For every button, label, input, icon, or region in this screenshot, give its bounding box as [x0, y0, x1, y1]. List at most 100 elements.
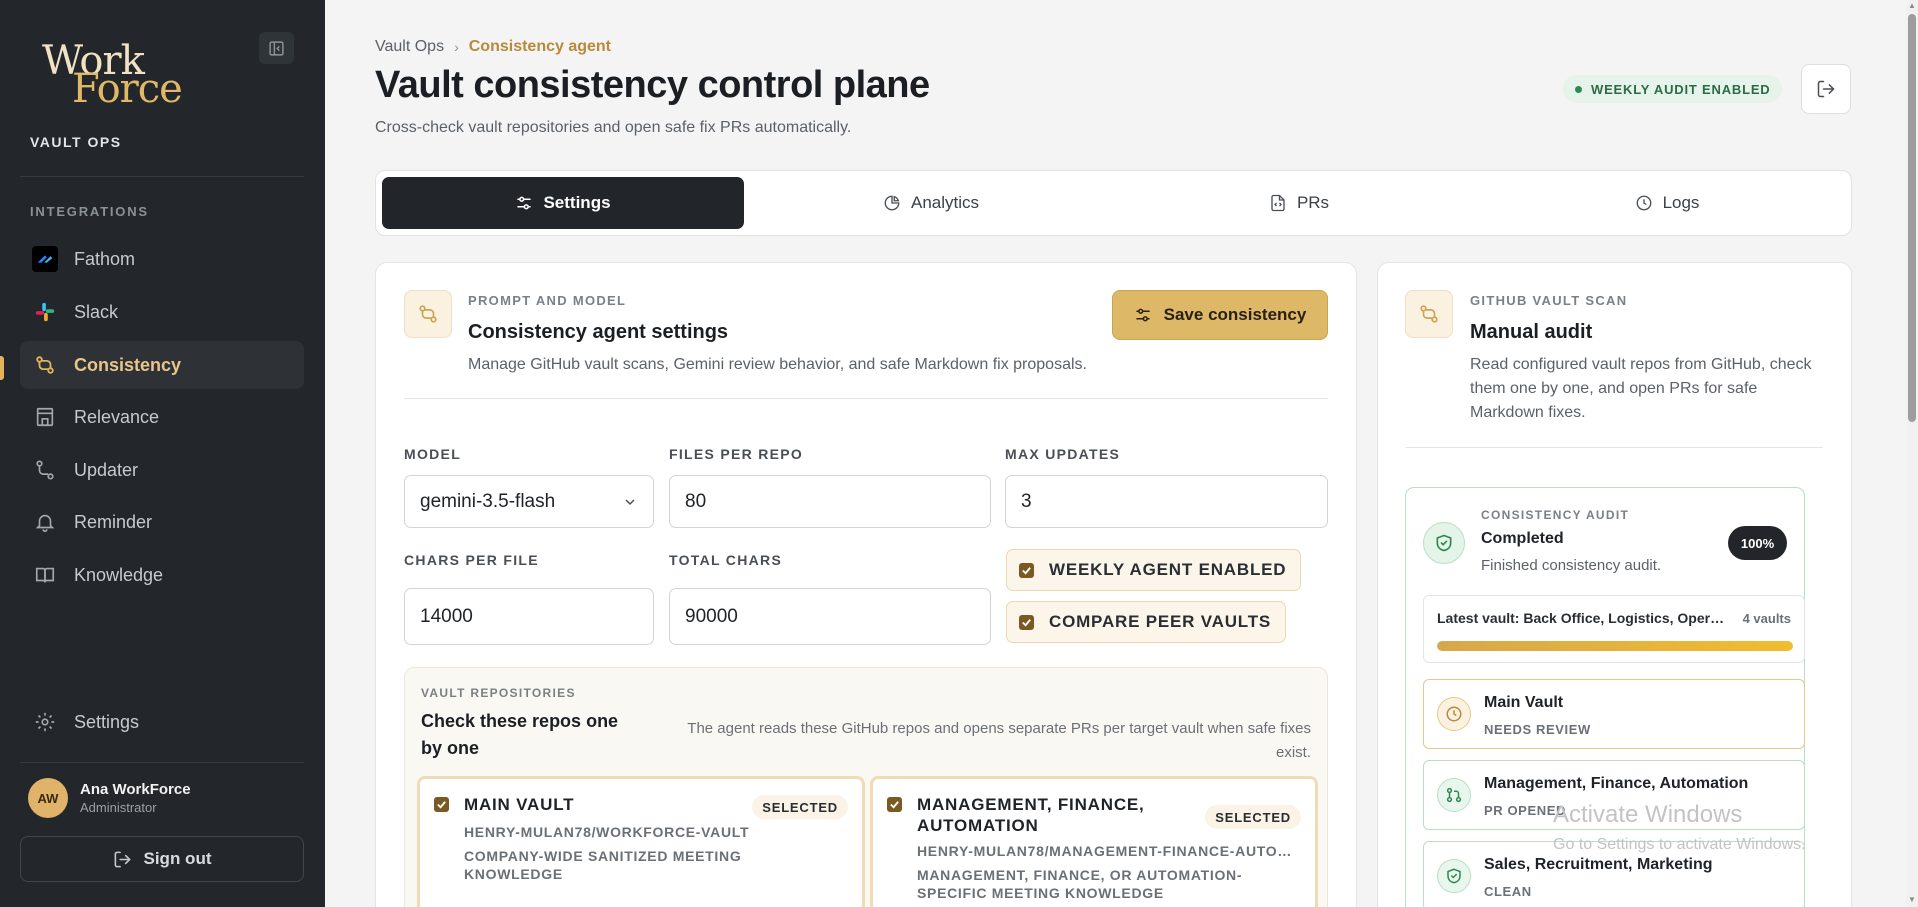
files-per-repo-input[interactable]: 80: [669, 475, 991, 528]
collapse-sidebar-button[interactable]: [259, 32, 294, 64]
chars-per-file-input[interactable]: 14000: [404, 588, 654, 645]
git-pull-request-icon: [1437, 778, 1471, 812]
tab-label: Logs: [1662, 193, 1700, 212]
status-dot-icon: [1575, 85, 1582, 93]
sign-out-button[interactable]: Sign out: [20, 836, 304, 882]
progress-bar: [1437, 641, 1793, 651]
sidebar-item-updater[interactable]: Updater: [20, 446, 304, 494]
breadcrumb-link[interactable]: Vault Ops: [375, 38, 444, 56]
vault-name: Main Vault: [1484, 694, 1564, 711]
audit-status-eyebrow: CONSISTENCY AUDIT: [1481, 508, 1630, 522]
sidebar-item-fathom[interactable]: Fathom: [20, 235, 304, 283]
route-icon: [32, 457, 58, 483]
repos-title: Check these repos one by one: [421, 711, 619, 758]
files-per-repo-value: 80: [685, 490, 707, 512]
sidebar-item-label: Knowledge: [74, 564, 164, 585]
model-select[interactable]: gemini-3.5-flash: [404, 475, 654, 528]
checkbox-checked-icon[interactable]: [434, 797, 449, 812]
file-code-icon: [1271, 194, 1285, 212]
tab-prs[interactable]: PRs: [1118, 177, 1480, 229]
sidebar-item-label: Fathom: [74, 248, 136, 269]
repo-card-main-vault[interactable]: MAIN VAULT SELECTED HENRY-MULAN78/WORKFO…: [417, 776, 865, 907]
vault-count: 4 vaults: [1742, 611, 1791, 626]
sidebar-item-knowledge[interactable]: Knowledge: [20, 551, 304, 599]
git-compare-icon: [1405, 290, 1453, 338]
max-updates-label: MAX UPDATES: [1005, 446, 1121, 462]
sidebar: Work Force VAULT OPS INTEGRATIONS Fathom…: [0, 0, 325, 907]
total-chars-input[interactable]: 90000: [669, 588, 991, 645]
sidebar-item-settings[interactable]: Settings: [20, 698, 304, 746]
repos-eyebrow: VAULT REPOSITORIES: [421, 686, 576, 700]
vault-status-item[interactable]: Management, Finance, Automation PR OPENE…: [1423, 760, 1805, 830]
tab-bar: Settings Analytics PRs Logs: [375, 170, 1852, 236]
page-title: Vault consistency control plane: [375, 64, 930, 106]
total-chars-value: 90000: [685, 605, 738, 627]
progress-percent-badge: 100%: [1728, 526, 1787, 560]
checkbox-checked-icon: [1019, 614, 1034, 630]
audit-eyebrow: GITHUB VAULT SCAN: [1470, 293, 1628, 308]
sidebar-item-label: Relevance: [74, 406, 160, 427]
sidebar-collapse-icon: [269, 40, 284, 56]
tab-analytics[interactable]: Analytics: [750, 177, 1112, 229]
workforce-logo[interactable]: Work Force: [42, 38, 192, 112]
gear-icon: [32, 709, 58, 735]
active-indicator: [0, 356, 4, 380]
status-badge: WEEKLY AUDIT ENABLED: [1563, 75, 1783, 103]
save-consistency-button[interactable]: Save consistency: [1112, 290, 1328, 340]
sliders-icon: [517, 196, 532, 210]
compare-peer-vaults-checkbox[interactable]: COMPARE PEER VAULTS: [1006, 601, 1287, 643]
logout-button[interactable]: [1801, 64, 1851, 114]
git-compare-icon: [404, 290, 452, 338]
sliders-icon: [1135, 308, 1150, 322]
settings-divider: [404, 398, 1328, 399]
page-scrollbar[interactable]: ▲ ▼: [1906, 0, 1918, 907]
selected-badge: SELECTED: [752, 795, 848, 819]
repo-name: MAIN VAULT: [464, 795, 575, 814]
building-icon: [32, 404, 58, 430]
sidebar-item-relevance[interactable]: Relevance: [20, 393, 304, 441]
compare-peer-label: COMPARE PEER VAULTS: [1049, 612, 1272, 631]
max-updates-input[interactable]: 3: [1005, 475, 1328, 528]
total-chars-label: TOTAL CHARS: [669, 552, 783, 568]
repo-scope: COMPANY-WIDE SANITIZED MEETING KNOWLEDGE: [464, 848, 742, 882]
save-button-label: Save consistency: [1163, 305, 1307, 324]
book-icon: [32, 562, 58, 588]
settings-eyebrow: PROMPT AND MODEL: [468, 293, 627, 308]
shield-check-icon: [1423, 522, 1465, 564]
tab-label: PRs: [1296, 193, 1330, 212]
tab-logs[interactable]: Logs: [1486, 177, 1848, 229]
sidebar-item-slack[interactable]: Slack: [20, 288, 304, 336]
scroll-down-icon[interactable]: ▼: [1908, 896, 1916, 904]
status-badge-label: WEEKLY AUDIT ENABLED: [1591, 81, 1771, 97]
tab-label: Settings: [543, 193, 611, 212]
chars-per-file-label: CHARS PER FILE: [404, 552, 539, 568]
clock-icon: [1437, 697, 1471, 731]
vault-status-item[interactable]: Sales, Recruitment, Marketing CLEAN: [1423, 841, 1805, 907]
tab-settings[interactable]: Settings: [382, 177, 744, 229]
weekly-agent-checkbox[interactable]: WEEKLY AGENT ENABLED: [1006, 549, 1302, 591]
sidebar-item-reminder[interactable]: Reminder: [20, 498, 304, 546]
settings-title: Consistency agent settings: [468, 321, 729, 343]
repo-card-management-finance[interactable]: MANAGEMENT, FINANCE, AUTOMATION SELECTED…: [870, 776, 1318, 907]
vault-repositories-panel: VAULT REPOSITORIES Check these repos one…: [404, 667, 1328, 907]
checkbox-checked-icon: [1019, 562, 1034, 578]
repo-path: HENRY-MULAN78/MANAGEMENT-FINANCE-AUTOMAT…: [917, 843, 1297, 859]
vault-status-item[interactable]: Main Vault NEEDS REVIEW: [1423, 679, 1805, 749]
repo-scope: MANAGEMENT, FINANCE, OR AUTOMATION-SPECI…: [917, 867, 1243, 901]
scrollbar-thumb[interactable]: [1908, 14, 1916, 422]
user-profile[interactable]: AW Ana WorkForce Administrator: [28, 778, 191, 818]
model-label: MODEL: [404, 446, 462, 462]
max-updates-value: 3: [1021, 490, 1032, 512]
latest-vault-text: Latest vault: Back Office, Logistics, Op…: [1437, 610, 1727, 626]
chars-per-file-value: 14000: [420, 605, 473, 627]
sign-out-label: Sign out: [143, 849, 212, 868]
model-value: gemini-3.5-flash: [420, 490, 556, 512]
checkbox-checked-icon[interactable]: [887, 797, 902, 812]
progress-fill: [1437, 641, 1793, 651]
sidebar-item-consistency[interactable]: Consistency: [20, 341, 304, 389]
chevron-right-icon: ›: [454, 39, 459, 55]
log-out-icon: [1817, 80, 1835, 98]
chart-icon: [884, 195, 900, 211]
slack-logo-icon: [32, 299, 58, 325]
scroll-up-icon[interactable]: ▲: [1908, 2, 1916, 10]
